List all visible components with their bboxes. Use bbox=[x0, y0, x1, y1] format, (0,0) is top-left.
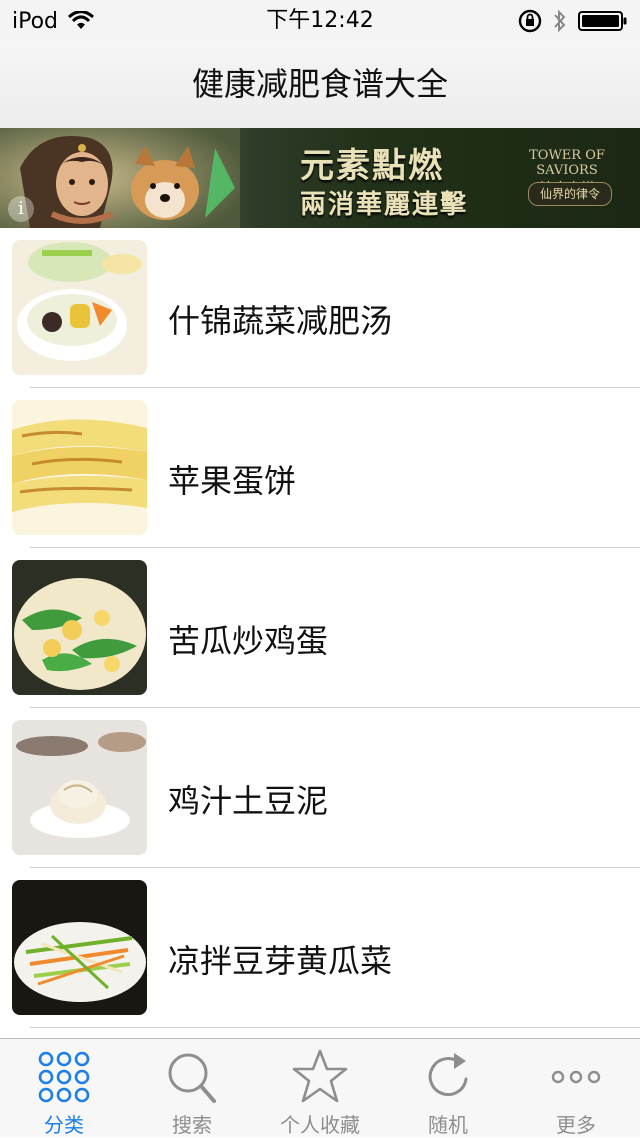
rotation-lock-icon bbox=[518, 9, 542, 33]
tab-favorites[interactable]: 个人收藏 bbox=[256, 1039, 384, 1137]
tab-label: 分类 bbox=[44, 1113, 84, 1137]
recipe-thumbnail bbox=[12, 400, 147, 535]
tab-bar: 分类 搜索 个人收藏 随机 更多 bbox=[0, 1038, 640, 1137]
bluetooth-icon bbox=[554, 9, 566, 33]
list-item[interactable]: 凉拌豆芽黄瓜菜 bbox=[0, 868, 640, 1028]
tab-search[interactable]: 搜索 bbox=[128, 1039, 256, 1137]
navigation-bar: 健康减肥食谱大全 bbox=[0, 40, 640, 129]
refresh-icon bbox=[428, 1053, 468, 1097]
ad-banner[interactable]: i 元素點燃 兩消華麗連擊 TOWER OF SAVIORS 神魔之塔 仙界的律… bbox=[0, 128, 640, 228]
recipe-thumbnail bbox=[12, 240, 147, 375]
tab-more[interactable]: 更多 bbox=[512, 1039, 640, 1137]
more-icon bbox=[551, 1070, 601, 1084]
recipe-thumbnail bbox=[12, 560, 147, 695]
list-item[interactable]: 苹果蛋饼 bbox=[0, 388, 640, 548]
recipe-thumbnail bbox=[12, 880, 147, 1015]
banner-brand-tag: 仙界的律令 bbox=[528, 182, 612, 206]
banner-headline: 元素點燃 bbox=[300, 146, 444, 186]
recipe-thumbnail bbox=[12, 720, 147, 855]
list-item[interactable]: 苦瓜炒鸡蛋 bbox=[0, 548, 640, 708]
tab-category[interactable]: 分类 bbox=[0, 1039, 128, 1137]
status-right bbox=[518, 6, 628, 36]
status-bar: iPod 下午12:42 bbox=[0, 0, 640, 40]
tab-label: 更多 bbox=[556, 1113, 596, 1137]
list-item[interactable]: 什锦蔬菜减肥汤 bbox=[0, 228, 640, 388]
star-icon bbox=[292, 1049, 348, 1103]
tab-label: 随机 bbox=[428, 1113, 468, 1137]
battery-icon bbox=[578, 11, 627, 31]
banner-characters-image bbox=[0, 128, 240, 228]
tab-label: 搜索 bbox=[172, 1113, 212, 1137]
info-icon[interactable]: i bbox=[8, 196, 34, 222]
page-title: 健康减肥食谱大全 bbox=[191, 65, 448, 103]
tab-label: 个人收藏 bbox=[280, 1113, 360, 1137]
banner-subline: 兩消華麗連擊 bbox=[300, 190, 469, 220]
banner-brand-en: TOWER OF SAVIORS bbox=[529, 148, 605, 178]
tab-random[interactable]: 随机 bbox=[384, 1039, 512, 1137]
list-item[interactable]: 鸡汁土豆泥 bbox=[0, 708, 640, 868]
grid-dots-icon bbox=[38, 1051, 90, 1103]
divider bbox=[30, 1027, 640, 1028]
search-icon bbox=[168, 1053, 216, 1103]
